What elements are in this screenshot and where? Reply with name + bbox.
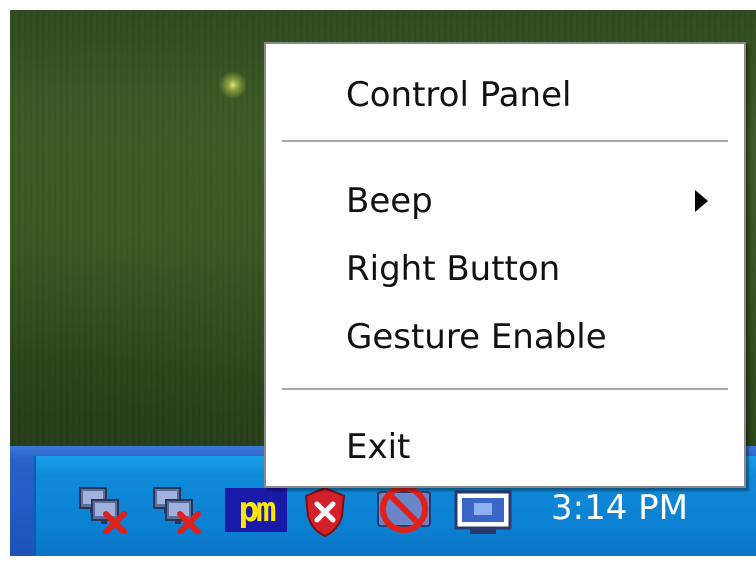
menu-separator xyxy=(282,388,728,391)
pm-app-icon[interactable]: pm xyxy=(225,488,287,532)
menu-item-label: Exit xyxy=(346,427,411,467)
menu-item-gesture-enable[interactable]: Gesture Enable xyxy=(266,306,744,368)
menu-item-label: Gesture Enable xyxy=(346,317,607,357)
menu-item-control-panel[interactable]: Control Panel xyxy=(266,64,744,126)
network-disconnected-icon[interactable] xyxy=(76,482,128,534)
network-disconnected-icon[interactable] xyxy=(150,482,202,534)
menu-item-label: Control Panel xyxy=(346,75,572,115)
menu-item-label: Beep xyxy=(346,181,433,221)
menu-item-exit[interactable]: Exit xyxy=(266,416,744,478)
menu-item-beep[interactable]: Beep xyxy=(266,170,744,232)
security-shield-icon[interactable] xyxy=(302,486,348,538)
menu-separator xyxy=(282,140,728,143)
menu-item-right-button[interactable]: Right Button xyxy=(266,238,744,300)
menu-item-label: Right Button xyxy=(346,249,561,289)
tray-context-menu: Control Panel Beep Right Button Gesture … xyxy=(264,42,746,488)
no-sign-icon[interactable] xyxy=(372,484,436,536)
monitor-icon[interactable] xyxy=(452,488,514,536)
submenu-arrow-icon xyxy=(695,190,708,212)
